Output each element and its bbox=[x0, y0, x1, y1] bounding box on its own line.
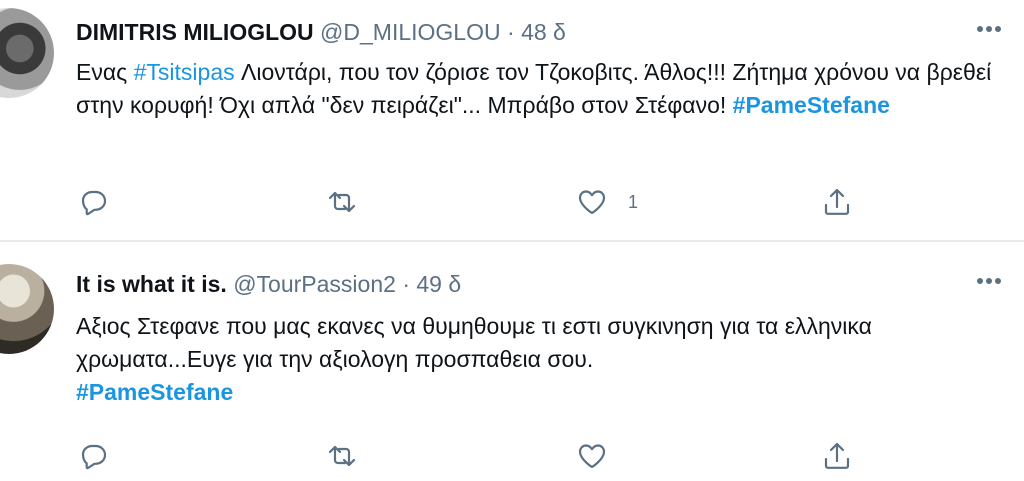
retweet-button[interactable] bbox=[326, 184, 378, 220]
like-button[interactable] bbox=[576, 438, 628, 474]
reply-icon bbox=[81, 444, 107, 470]
avatar[interactable] bbox=[0, 8, 54, 98]
avatar[interactable] bbox=[0, 264, 54, 354]
tweet-actions: 1 bbox=[76, 184, 876, 220]
retweet-icon bbox=[328, 191, 356, 213]
more-horizontal-icon bbox=[977, 26, 1001, 32]
tweet-text-part: Ενας bbox=[76, 59, 134, 85]
share-icon bbox=[824, 188, 850, 215]
hashtag-link[interactable]: #Tsitsipas bbox=[134, 59, 235, 85]
tweet[interactable]: It is what it is. @TourPassion2 · 49 δ Α… bbox=[0, 242, 1024, 481]
retweet-icon bbox=[328, 445, 356, 467]
more-options-button[interactable] bbox=[976, 20, 1002, 38]
tweet-text: Ενας #Tsitsipas Λιοντάρι, που τον ζόρισε… bbox=[76, 56, 996, 122]
tweet-header: It is what it is. @TourPassion2 · 49 δ bbox=[76, 271, 461, 298]
hashtag-link[interactable]: #PameStefane bbox=[76, 379, 233, 405]
tweet-timestamp[interactable]: 48 δ bbox=[521, 19, 566, 45]
reply-icon bbox=[81, 190, 107, 216]
like-count: 1 bbox=[628, 191, 639, 212]
more-options-button[interactable] bbox=[976, 272, 1002, 290]
share-icon bbox=[824, 442, 850, 469]
share-button[interactable] bbox=[821, 438, 853, 474]
more-horizontal-icon bbox=[977, 278, 1001, 284]
hashtag-link[interactable]: #PameStefane bbox=[733, 92, 890, 118]
separator-dot: · bbox=[402, 271, 410, 297]
heart-icon bbox=[578, 444, 606, 469]
author-name[interactable]: It is what it is. bbox=[76, 271, 227, 297]
retweet-button[interactable] bbox=[326, 438, 378, 474]
separator-dot: · bbox=[507, 19, 515, 45]
reply-button[interactable] bbox=[78, 438, 130, 474]
author-handle[interactable]: @TourPassion2 bbox=[233, 271, 396, 297]
author-handle[interactable]: @D_MILIOGLOU bbox=[320, 19, 501, 45]
tweet-actions bbox=[76, 438, 876, 474]
heart-icon bbox=[578, 190, 606, 215]
tweet-header: DIMITRIS MILIOGLOU @D_MILIOGLOU · 48 δ bbox=[76, 19, 566, 46]
tweet-text-part: Αξιος Στεφανε που μας εκανες να θυμηθουμ… bbox=[76, 313, 872, 372]
like-button[interactable]: 1 bbox=[576, 184, 638, 220]
share-button[interactable] bbox=[821, 184, 853, 220]
author-name[interactable]: DIMITRIS MILIOGLOU bbox=[76, 19, 314, 45]
tweet-text: Αξιος Στεφανε που μας εκανες να θυμηθουμ… bbox=[76, 310, 996, 409]
tweet-timestamp[interactable]: 49 δ bbox=[416, 271, 461, 297]
reply-button[interactable] bbox=[78, 184, 130, 220]
tweet[interactable]: DIMITRIS MILIOGLOU @D_MILIOGLOU · 48 δ Ε… bbox=[0, 0, 1024, 240]
